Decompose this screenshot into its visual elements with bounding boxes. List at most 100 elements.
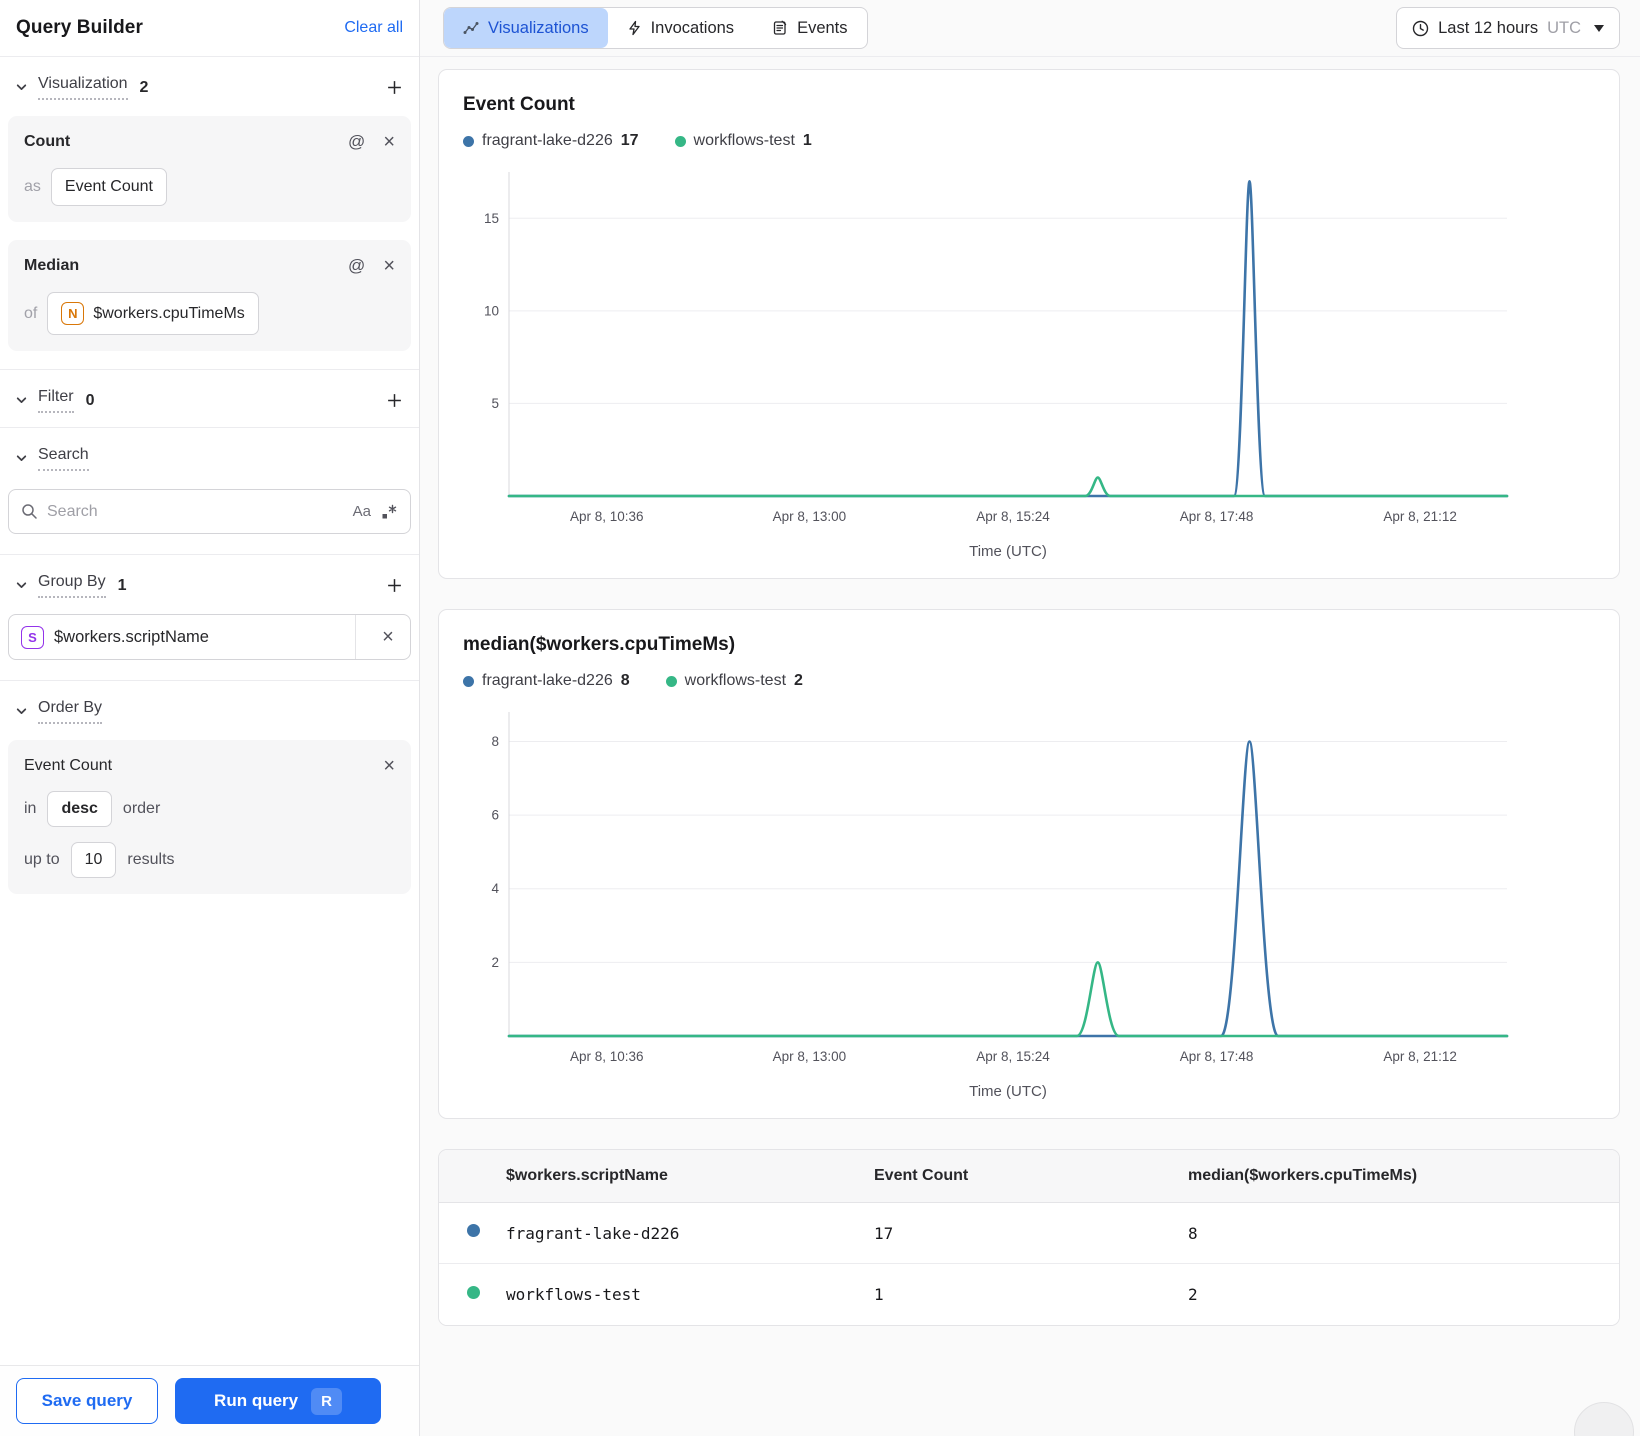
legend-item[interactable]: workflows-test 2	[665, 672, 803, 690]
group-by-count: 1	[117, 576, 127, 594]
cell-script-name: fragrant-lake-d226	[506, 1223, 680, 1243]
time-range-timezone: UTC	[1547, 18, 1581, 37]
event-count-chart-card: Event Count fragrant-lake-d226 17 workfl…	[438, 69, 1620, 579]
order-by-section-label: Order By	[38, 699, 103, 724]
regex-toggle-icon[interactable]	[380, 503, 398, 521]
tab-events[interactable]: Events	[753, 8, 866, 48]
chevron-down-icon[interactable]	[14, 452, 28, 465]
series-total: 17	[620, 132, 639, 149]
order-by-field: Event Count	[24, 757, 113, 774]
svg-text:Apr 8, 13:00: Apr 8, 13:00	[773, 1049, 847, 1064]
table-row[interactable]: workflows-test 1 2	[439, 1264, 1619, 1325]
main-content: Visualizations Invocations Events Last 1…	[420, 0, 1640, 1436]
table-header-row: $workers.scriptName Event Count median($…	[439, 1150, 1619, 1203]
svg-text:Apr 8, 17:48: Apr 8, 17:48	[1180, 1049, 1254, 1064]
close-icon[interactable]: ×	[383, 256, 395, 276]
caret-down-icon	[1594, 24, 1604, 32]
tab-invocations[interactable]: Invocations	[608, 8, 753, 48]
divider	[355, 615, 356, 659]
group-by-section-label: Group By	[38, 573, 106, 598]
add-filter-button[interactable]	[386, 392, 403, 409]
viz-alias-field[interactable]: Event Count	[50, 168, 167, 206]
order-limit-input[interactable]: 10	[70, 842, 117, 878]
svg-text:5: 5	[491, 396, 499, 411]
order-in-label: in	[24, 800, 37, 817]
series-total: 8	[620, 672, 630, 689]
run-query-button[interactable]: Run query R	[175, 1378, 381, 1424]
series-dot	[467, 1224, 480, 1237]
legend-item[interactable]: fragrant-lake-d226 17	[463, 132, 639, 150]
chevron-down-icon[interactable]	[14, 81, 28, 94]
svg-text:Apr 8, 21:12: Apr 8, 21:12	[1383, 509, 1457, 524]
viz-card-title: Count	[24, 133, 71, 150]
legend-item[interactable]: workflows-test 1	[674, 132, 812, 150]
add-visualization-button[interactable]	[386, 79, 403, 96]
table-row[interactable]: fragrant-lake-d226 17 8	[439, 1203, 1619, 1264]
viz-card-title: Median	[24, 257, 80, 274]
viz-field-selector[interactable]: N $workers.cpuTimeMs	[47, 292, 259, 335]
filter-count: 0	[85, 391, 95, 409]
clear-all-button[interactable]: Clear all	[344, 19, 403, 37]
chart-legend: fragrant-lake-d226 8 workflows-test 2	[463, 672, 1595, 690]
chevron-down-icon[interactable]	[14, 394, 28, 407]
cell-event-count: 17	[874, 1223, 894, 1243]
add-group-by-button[interactable]	[386, 577, 403, 594]
series-name: fragrant-lake-d226	[482, 132, 613, 149]
order-by-card: Event Count × in desc order up to 10 res…	[8, 740, 411, 894]
tab-label: Visualizations	[488, 18, 589, 37]
series-dot	[463, 675, 474, 687]
sidebar-header: Query Builder Clear all	[0, 0, 419, 57]
series-name: fragrant-lake-d226	[482, 672, 613, 689]
search-input[interactable]	[47, 502, 344, 521]
order-direction-select[interactable]: desc	[47, 791, 112, 827]
visualization-card-median: Median @ × of N $workers.cpuTimeMs	[8, 240, 411, 351]
column-header-event-count: Event Count	[874, 1167, 969, 1184]
case-sensitive-toggle[interactable]: Aa	[353, 503, 371, 520]
series-dot	[665, 675, 677, 687]
group-by-item[interactable]: S $workers.scriptName ×	[8, 614, 411, 660]
svg-text:2: 2	[491, 955, 499, 970]
save-query-button[interactable]: Save query	[16, 1378, 158, 1424]
svg-text:Apr 8, 13:00: Apr 8, 13:00	[773, 509, 847, 524]
app-root: Query Builder Clear all Visualization 2 …	[0, 0, 1640, 1436]
search-section-label: Search	[38, 446, 89, 471]
viz-card-prefix: of	[24, 304, 38, 322]
chevron-down-icon[interactable]	[14, 579, 28, 592]
legend-item[interactable]: fragrant-lake-d226 8	[463, 672, 630, 690]
mention-icon[interactable]: @	[348, 132, 365, 152]
tab-label: Events	[797, 18, 848, 37]
chart-title: median($workers.cpuTimeMs)	[463, 634, 736, 655]
query-builder-sidebar: Query Builder Clear all Visualization 2 …	[0, 0, 420, 1436]
cell-event-count: 1	[874, 1285, 884, 1304]
chart-legend: fragrant-lake-d226 17 workflows-test 1	[463, 132, 1595, 150]
sidebar-footer: Save query Run query R	[0, 1365, 419, 1436]
cell-script-name: workflows-test	[506, 1285, 641, 1304]
close-icon[interactable]: ×	[383, 132, 395, 152]
series-name: workflows-test	[693, 132, 795, 149]
events-note-icon	[772, 20, 788, 36]
chevron-down-icon[interactable]	[14, 705, 28, 718]
svg-text:15: 15	[484, 211, 499, 226]
time-range-dropdown[interactable]: Last 12 hours UTC	[1396, 7, 1620, 49]
viz-field-value: $workers.cpuTimeMs	[93, 304, 245, 322]
search-section-header: Search	[0, 428, 419, 485]
series-dot	[463, 135, 474, 147]
mention-icon[interactable]: @	[348, 256, 365, 276]
run-query-label: Run query	[214, 1391, 299, 1410]
time-range-label: Last 12 hours	[1438, 18, 1539, 37]
chart-title: Event Count	[463, 94, 575, 115]
filter-section-header: Filter 0	[0, 370, 419, 427]
lightning-icon	[627, 20, 642, 36]
viz-card-prefix: as	[24, 178, 41, 195]
group-by-section-header: Group By 1	[0, 555, 419, 612]
remove-group-by-icon[interactable]: ×	[366, 615, 410, 659]
svg-text:Apr 8, 10:36: Apr 8, 10:36	[570, 509, 644, 524]
floating-helper-button[interactable]	[1574, 1402, 1634, 1436]
search-icon	[21, 503, 38, 520]
main-body: Event Count fragrant-lake-d226 17 workfl…	[420, 57, 1640, 1326]
svg-text:Apr 8, 10:36: Apr 8, 10:36	[570, 1049, 644, 1064]
remove-order-by-icon[interactable]: ×	[383, 756, 395, 776]
tab-visualizations[interactable]: Visualizations	[444, 8, 608, 48]
search-box: Aa	[8, 489, 411, 534]
svg-text:Apr 8, 21:12: Apr 8, 21:12	[1383, 1049, 1457, 1064]
